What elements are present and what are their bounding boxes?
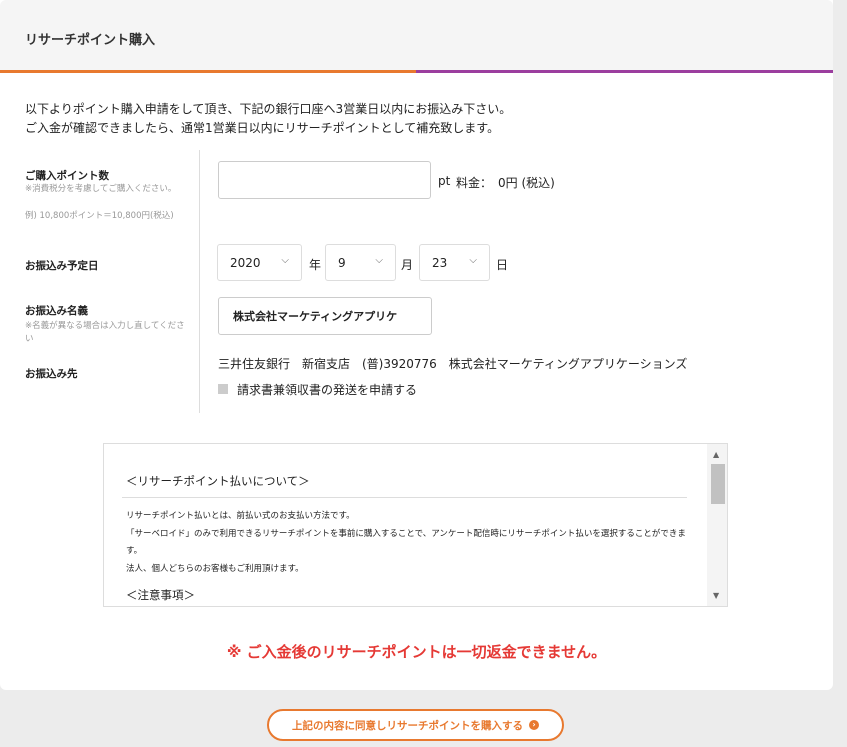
intro-line-1: 以下よりポイント購入申請をして頂き、下記の銀行口座へ3営業日以内にお振込み下さい… xyxy=(25,102,512,116)
points-note-tax: ※消費税分を考慮してご購入ください。 xyxy=(25,184,177,194)
purchase-form: ご購入ポイント数 ※消費税分を考慮してご購入ください。 例) 10,800ポイン… xyxy=(25,150,825,415)
points-label: ご購入ポイント数 xyxy=(25,170,109,182)
accent-purple xyxy=(416,70,833,73)
scroll-thumb[interactable] xyxy=(711,464,725,504)
account-name-field[interactable]: 株式会社マーケティングアプリケ xyxy=(218,297,432,335)
chevron-down-icon: ⌵ xyxy=(281,255,289,266)
page-title: リサーチポイント購入 xyxy=(25,33,156,48)
month-unit: 月 xyxy=(401,258,414,272)
day-value: 23 xyxy=(432,255,448,270)
agree-purchase-button[interactable]: 上記の内容に同意しリサーチポイントを購入する › xyxy=(267,709,564,741)
year-value: 2020 xyxy=(230,255,261,270)
date-label: お振込み予定日 xyxy=(25,260,99,272)
refund-warning: ※ ご入金後のリサーチポイントは一切返金できません。 xyxy=(226,643,607,661)
intro-text: 以下よりポイント購入申請をして頂き、下記の銀行口座へ3営業日以内にお振込み下さい… xyxy=(25,100,511,138)
name-label: お振込み名義 xyxy=(25,305,88,317)
account-name-value: 株式会社マーケティングアプリケ xyxy=(233,310,398,323)
year-unit: 年 xyxy=(309,258,322,272)
terms-paragraph-3: 法人、個人どちらのお客様もご利用頂けます。 xyxy=(126,564,304,574)
invoice-checkbox-label[interactable]: 請求書兼領収書の発送を申請する xyxy=(237,381,417,398)
name-note: ※名義が異なる場合は入力し直してください xyxy=(25,321,185,344)
chevron-down-icon: ⌵ xyxy=(375,255,383,266)
year-select[interactable]: 2020 ⌵ xyxy=(217,244,302,281)
form-divider xyxy=(199,150,200,413)
month-value: 9 xyxy=(338,255,346,270)
intro-line-2: ご入金が確認できましたら、通常1営業日以内にリサーチポイントとして補充致します。 xyxy=(25,121,500,135)
fee-label: 料金： xyxy=(456,176,493,190)
accent-orange xyxy=(0,70,416,73)
day-unit: 日 xyxy=(496,258,509,272)
terms-paragraph-2: 「サーベロイド」のみで利用できるリサーチポイントを事前に購入することで、アンケー… xyxy=(126,529,686,556)
scroll-up-icon[interactable]: ▲ xyxy=(713,450,719,459)
card-header: リサーチポイント購入 xyxy=(0,0,833,71)
month-select[interactable]: 9 ⌵ xyxy=(325,244,396,281)
scroll-down-icon[interactable]: ▼ xyxy=(713,591,719,600)
bank-info: 三井住友銀行 新宿支店 (普)3920776 株式会社マーケティングアプリケーシ… xyxy=(218,357,688,371)
points-note-example: 例) 10,800ポイント＝10,800円(税込) xyxy=(25,211,174,221)
fee-value: 0円 (税込) xyxy=(498,176,555,190)
accent-divider xyxy=(0,70,833,73)
chevron-down-icon: ⌵ xyxy=(469,255,477,266)
purchase-card: リサーチポイント購入 以下よりポイント購入申請をして頂き、下記の銀行口座へ3営業… xyxy=(0,0,833,690)
arrow-right-circle-icon: › xyxy=(529,720,539,730)
dest-label: お振込み先 xyxy=(25,368,78,380)
terms-heading-notes: ＜注意事項＞ xyxy=(126,588,195,602)
invoice-checkbox[interactable] xyxy=(218,384,228,394)
terms-divider xyxy=(122,497,687,498)
points-input[interactable] xyxy=(218,161,431,199)
terms-heading-about: ＜リサーチポイント払いについて＞ xyxy=(126,474,310,488)
terms-scrollbar[interactable]: ▲ ▼ xyxy=(707,444,727,606)
day-select[interactable]: 23 ⌵ xyxy=(419,244,490,281)
terms-scrollbox[interactable]: ＜リサーチポイント払いについて＞ リサーチポイント払いとは、前払い式のお支払い方… xyxy=(103,443,728,607)
agree-purchase-label: 上記の内容に同意しリサーチポイントを購入する xyxy=(292,719,523,732)
points-unit: pt xyxy=(438,174,451,188)
terms-paragraph-1: リサーチポイント払いとは、前払い式のお支払い方法です。 xyxy=(126,511,355,521)
